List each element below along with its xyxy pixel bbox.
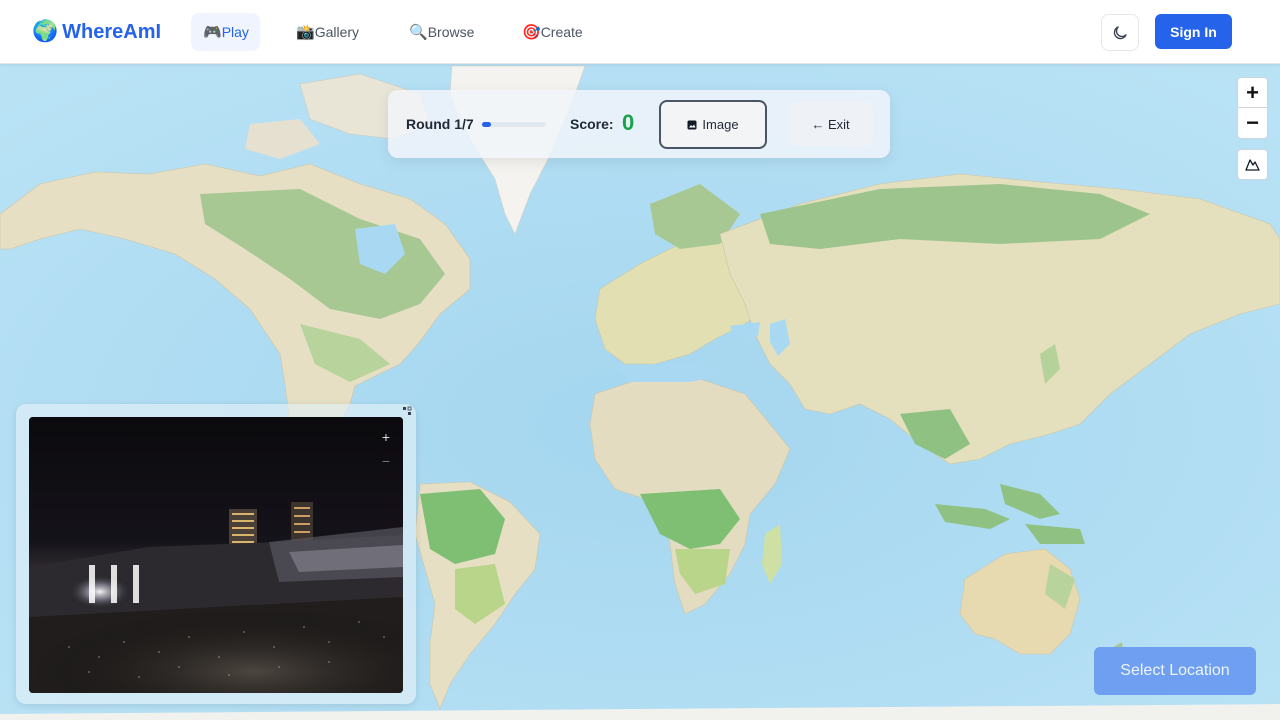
theme-toggle-button[interactable] <box>1101 14 1139 51</box>
score-value: 0 <box>622 110 635 135</box>
location-photo[interactable]: + − <box>29 417 403 693</box>
image-button-label: Image <box>702 117 739 132</box>
camera-icon: 📸 <box>296 24 315 41</box>
round-status-panel: Round 1/7 Score: 0 Image ← Exit <box>388 90 890 158</box>
target-icon: 🎯 <box>522 24 541 41</box>
brand-logo[interactable]: 🌍 WhereAmI <box>32 20 161 44</box>
round-progress-bar <box>482 122 546 127</box>
round-progress-fill <box>482 122 491 127</box>
app-name: WhereAmI <box>62 21 162 43</box>
nav-item-label: Create <box>540 24 583 40</box>
stadium-night-photo <box>29 417 403 693</box>
nav-item-label: Gallery <box>314 24 360 40</box>
photo-zoom-in-button[interactable]: + <box>377 429 395 447</box>
globe-icon: 🌍 <box>32 20 59 43</box>
nav-item-gallery[interactable]: 📸 Gallery <box>284 13 371 51</box>
map-zoom-out-button[interactable]: − <box>1238 108 1267 138</box>
magnifier-icon: 🔍 <box>409 24 428 41</box>
nav-item-label: Browse <box>427 24 475 40</box>
exit-button-label: ← Exit <box>811 116 850 132</box>
map-zoom-controls: + − <box>1237 77 1268 139</box>
expand-icon[interactable] <box>402 406 414 418</box>
top-navbar: 🌍 WhereAmI 🎮 Play 📸 Gallery 🔍 Browse 🎯 C… <box>0 0 1280 64</box>
image-toggle-button[interactable]: Image <box>659 100 767 149</box>
select-location-button[interactable]: Select Location <box>1094 647 1256 695</box>
exit-button[interactable]: ← Exit <box>788 102 873 146</box>
photo-zoom-out-button[interactable]: − <box>377 453 395 471</box>
mountain-icon <box>1245 159 1260 171</box>
gamepad-icon: 🎮 <box>203 24 222 41</box>
moon-icon <box>1113 25 1127 39</box>
round-counter: Round 1/7 <box>406 116 474 132</box>
score-label: Score: <box>570 116 614 132</box>
nav-item-play[interactable]: 🎮 Play <box>191 13 260 51</box>
nav-item-label: Play <box>221 24 249 40</box>
terrain-toggle-button[interactable] <box>1237 149 1268 180</box>
nav-item-browse[interactable]: 🔍 Browse <box>397 13 486 51</box>
nav-item-create[interactable]: 🎯 Create <box>510 13 595 51</box>
photo-viewer-panel: + − <box>16 404 416 704</box>
sign-in-button[interactable]: Sign In <box>1155 14 1232 49</box>
image-icon <box>687 120 697 129</box>
map-zoom-in-button[interactable]: + <box>1238 78 1267 108</box>
